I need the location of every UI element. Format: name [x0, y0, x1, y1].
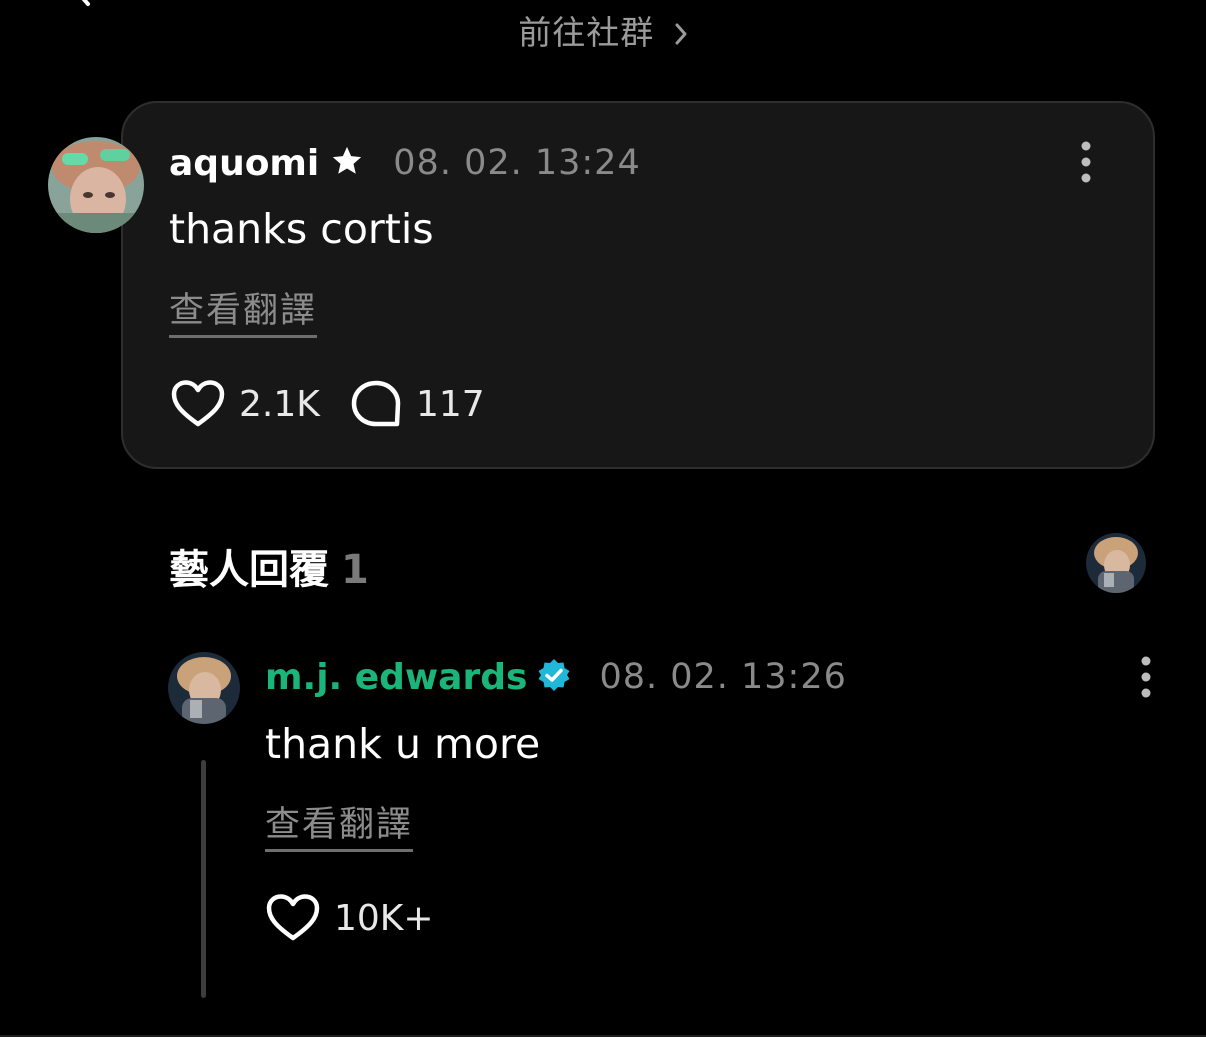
star-icon: [329, 144, 365, 182]
chevron-right-icon: [674, 15, 688, 54]
artist-replies-title: 藝人回覆: [169, 547, 329, 593]
artist-replies-heading: 藝人回覆 1: [169, 537, 369, 595]
heart-icon: [266, 894, 320, 941]
reply-like-button[interactable]: 10K+: [266, 894, 434, 942]
heart-icon: [171, 380, 225, 427]
reply-timestamp: 08. 02. 13:26: [599, 657, 847, 697]
artist-replies-avatar[interactable]: [1086, 533, 1146, 593]
post-like-button[interactable]: 2.1K: [171, 380, 320, 428]
reply-thread-line: [201, 760, 206, 998]
artist-replies-count: 1: [341, 547, 369, 593]
reply-author-name[interactable]: m.j. edwards: [265, 657, 527, 698]
comment-icon: [351, 380, 401, 427]
post-text: thanks cortis: [169, 205, 434, 253]
post-see-translation-link[interactable]: 查看翻譯: [169, 282, 318, 338]
verified-icon: [537, 658, 571, 696]
reply-author-avatar[interactable]: [168, 652, 240, 724]
post-author-name[interactable]: aquomi: [169, 143, 319, 184]
go-to-community-link[interactable]: 前往社群: [0, 6, 1206, 54]
reply-more-options-button[interactable]: [1136, 655, 1156, 699]
more-vertical-icon: [1141, 656, 1151, 698]
post-comment-count: 117: [416, 383, 485, 425]
post-comment-button[interactable]: 117: [350, 380, 485, 428]
community-link-label: 前往社群: [518, 13, 655, 52]
post-like-count: 2.1K: [239, 383, 320, 425]
more-vertical-icon: [1081, 141, 1091, 183]
reply-text: thank u more: [265, 720, 541, 768]
reply-see-translation-link[interactable]: 查看翻譯: [265, 796, 414, 852]
reply-like-count: 10K+: [334, 897, 434, 939]
post-author-avatar[interactable]: [48, 137, 144, 233]
reply-header: m.j. edwards 08. 02. 13:26: [265, 652, 847, 702]
post-more-options-button[interactable]: [1076, 140, 1096, 184]
post-timestamp: 08. 02. 13:24: [393, 143, 641, 183]
post-header: aquomi 08. 02. 13:24: [169, 138, 641, 188]
